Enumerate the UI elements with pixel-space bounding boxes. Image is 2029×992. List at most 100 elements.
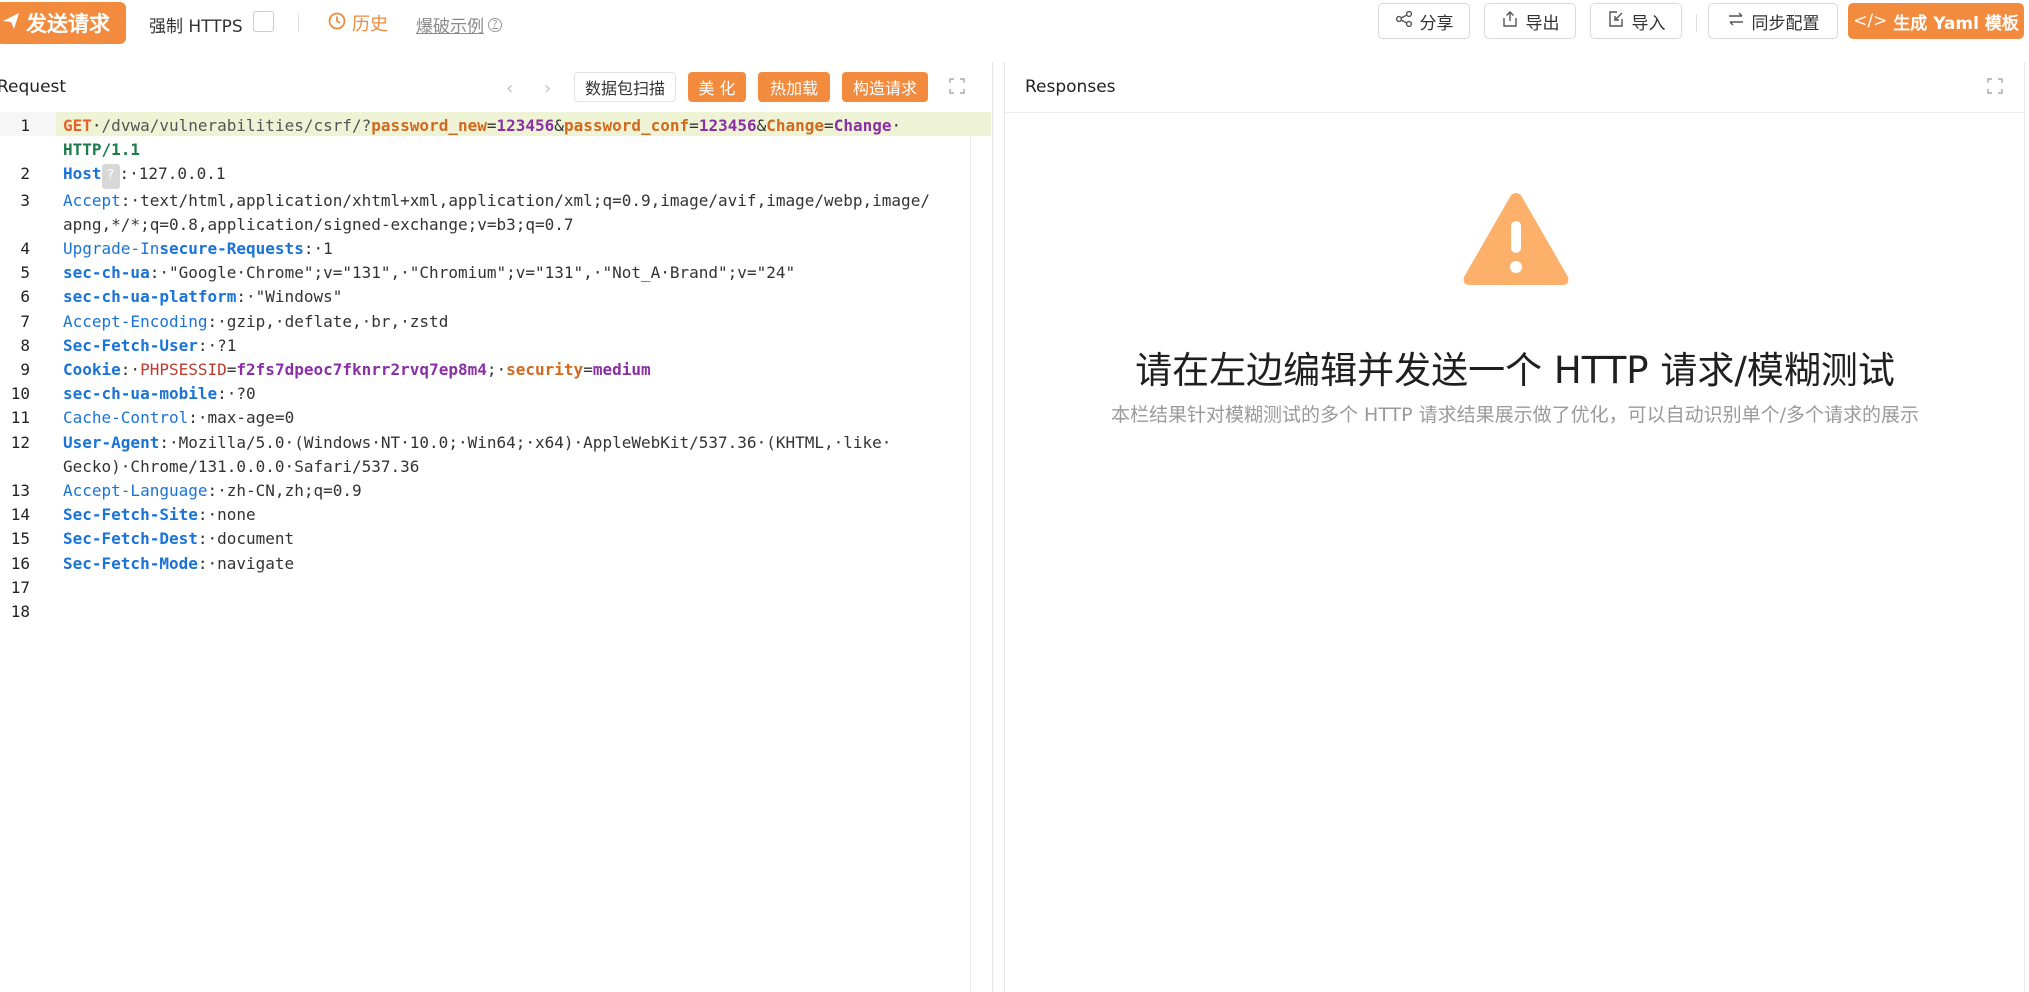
divider (1696, 14, 1697, 32)
code-text: Host?:·127.0.0.1 (63, 162, 965, 189)
sync-label: 同步配置 (1751, 13, 1820, 34)
code-line: 18 (0, 600, 965, 624)
code-token: Host (63, 164, 102, 184)
hot-reload-button[interactable]: 热加载 (758, 72, 830, 102)
code-token: Accept-Encoding (63, 311, 208, 331)
code-token: sec-ch-ua-mobile (63, 384, 218, 404)
code-line: 4 Upgrade-Insecure-Requests:·1 (0, 237, 965, 261)
code-token: Sec-Fetch-Mode (63, 553, 198, 573)
code-text: Gecko)·Chrome/131.0.0.0·Safari/537.36 (63, 455, 965, 479)
fuzz-example-label: 爆破示例 (416, 17, 484, 37)
code-line: HTTP/1.1 (0, 138, 965, 162)
code-token: Accept-Language (63, 481, 208, 501)
generate-yaml-button[interactable]: </> 生成 Yaml 模板 (1848, 3, 2024, 39)
line-number: 9 (20, 360, 30, 380)
line-number: 4 (20, 239, 30, 259)
code-token: :·zh-CN,zh;q=0.9 (207, 481, 362, 501)
chevron-left-icon[interactable]: ‹ (506, 78, 513, 99)
code-token: Sec-Fetch-User (63, 335, 198, 355)
warning-icon (1460, 189, 1572, 293)
code-line: 6 sec-ch-ua-platform:·"Windows" (0, 285, 965, 309)
code-token: sec-ch-ua-platform (63, 287, 237, 307)
packet-scan-button[interactable]: 数据包扫描 (574, 72, 676, 102)
code-token: = (689, 116, 699, 135)
code-line: 7 Accept-Encoding:·gzip,·deflate,·br,·zst… (0, 310, 965, 334)
share-button[interactable]: 分享 (1378, 3, 1470, 39)
code-line: 11 Cache-Control:·max-age=0 (0, 406, 965, 430)
code-token: :·Mozilla/5.0·(Windows·NT·10.0;·Win64;·x… (159, 432, 892, 452)
expand-icon[interactable] (949, 78, 965, 98)
chevron-right-icon[interactable]: › (544, 78, 551, 99)
build-request-button[interactable]: 构造请求 (842, 72, 928, 102)
code-text: Sec-Fetch-User:·?1 (63, 334, 965, 358)
history-label: 历史 (352, 14, 388, 35)
generate-yaml-label: 生成 Yaml 模板 (1893, 13, 2019, 34)
code-token: secure-Requests (159, 239, 304, 259)
code-token: Sec-Fetch-Site (63, 505, 198, 525)
empty-state-title: 请在左边编辑并发送一个 HTTP 请求/模糊测试 (1135, 349, 1895, 392)
send-icon (2, 11, 26, 35)
code-line: 17 (0, 576, 965, 600)
code-text: Accept:·text/html,application/xhtml+xml,… (63, 189, 965, 213)
code-token: Cookie (63, 360, 121, 380)
code-token: 123456 (698, 116, 757, 135)
editor-scrollbar[interactable] (970, 112, 971, 992)
code-line: 14 Sec-Fetch-Site:·none (0, 503, 965, 527)
line-number: 13 (10, 481, 30, 501)
code-token: & (756, 116, 767, 135)
share-icon (1395, 10, 1420, 33)
code-token: :·"Windows" (236, 287, 343, 307)
force-https-checkbox[interactable] (253, 11, 274, 32)
code-text: Cookie:·PHPSESSID=f2fs7dpeoc7fknrr2rvq7e… (63, 358, 965, 382)
expand-icon[interactable] (1987, 78, 2003, 98)
code-token: = (824, 116, 834, 135)
request-panel: Request ‹ › 数据包扫描 美 化 热加载 构造请求 1 GET·/dvw… (0, 62, 993, 992)
code-text: sec-ch-ua-platform:·"Windows" (63, 285, 965, 309)
code-text: Accept-Language:·zh-CN,zh;q=0.9 (63, 479, 965, 503)
code-lines: 1 GET·/dvwa/vulnerabilities/csrf/?passwor… (0, 114, 965, 624)
line-number: 17 (10, 577, 30, 597)
code-text: Sec-Fetch-Mode:·navigate (63, 552, 965, 576)
line-number: 5 (20, 263, 30, 283)
responses-scrollbar[interactable] (2024, 62, 2025, 992)
import-button[interactable]: 导入 (1590, 3, 1682, 39)
beautify-button[interactable]: 美 化 (688, 72, 746, 102)
code-token: apng,*/*;q=0.8,application/signed-exchan… (63, 214, 574, 234)
code-text: Upgrade-Insecure-Requests:·1 (63, 237, 965, 261)
line-number: 1 (20, 116, 30, 135)
send-request-button[interactable]: 发送请求 (0, 2, 126, 44)
code-line: 3 Accept:·text/html,application/xhtml+xml… (0, 189, 965, 213)
code-token: medium (592, 360, 651, 380)
code-token: & (554, 116, 564, 135)
code-token: Gecko)·Chrome/131.0.0.0·Safari/537.36 (63, 456, 420, 476)
code-line: 13 Accept-Language:·zh-CN,zh;q=0.9 (0, 479, 965, 503)
code-token: :· (120, 360, 141, 380)
fuzz-example-link[interactable]: 爆破示例 ? (416, 12, 502, 37)
responses-header: Responses (1005, 62, 2025, 113)
sync-config-button[interactable]: 同步配置 (1708, 3, 1838, 39)
request-header: Request ‹ › 数据包扫描 美 化 热加载 构造请求 (0, 62, 992, 113)
line-number (0, 213, 30, 237)
code-text: apng,*/*;q=0.8,application/signed-exchan… (63, 213, 965, 237)
code-text: Sec-Fetch-Site:·none (63, 503, 965, 527)
code-token: Change (833, 116, 892, 135)
code-token: :·none (197, 505, 256, 525)
code-token: Change (766, 116, 825, 135)
history-button[interactable]: 历史 (328, 10, 388, 36)
export-label: 导出 (1525, 13, 1560, 34)
code-token: = (583, 360, 593, 380)
export-button[interactable]: 导出 (1484, 3, 1576, 39)
code-token: :·max-age=0 (188, 408, 295, 428)
code-token: :·document (197, 529, 295, 549)
line-number: 10 (10, 384, 30, 404)
import-label: 导入 (1631, 13, 1666, 34)
line-number: 16 (10, 553, 30, 573)
code-line: apng,*/*;q=0.8,application/signed-exchan… (0, 213, 965, 237)
line-number: 15 (10, 529, 30, 549)
code-token: 123456 (496, 116, 555, 135)
code-token: password_conf (563, 116, 690, 135)
line-number: 18 (10, 602, 30, 622)
top-toolbar: 发送请求 强制 HTTPS 历史 爆破示例 ? 分享 导出 导入 同步配置 </… (0, 0, 2029, 46)
code-text: HTTP/1.1 (63, 138, 965, 162)
